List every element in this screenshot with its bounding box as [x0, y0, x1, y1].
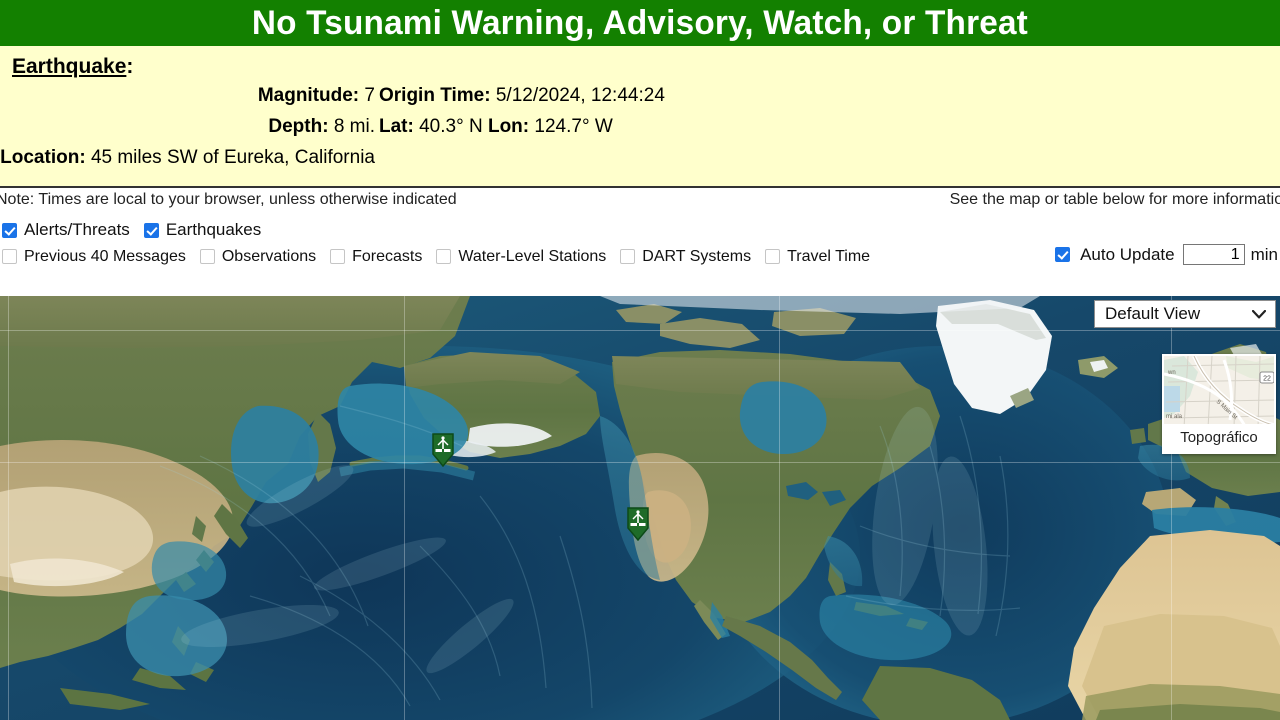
checkbox-previous-40-messages-label: Previous 40 Messages: [24, 247, 186, 265]
checkbox-travel-time[interactable]: Travel Time: [765, 248, 870, 266]
checkbox-observations[interactable]: Observations: [199, 247, 317, 266]
checkbox-earthquakes-box[interactable]: [143, 222, 159, 238]
checkbox-water-level-stations[interactable]: Water-Level Stations: [436, 248, 606, 266]
thumb-label-wn: wn: [1167, 370, 1176, 376]
checkbox-travel-time-label: Travel Time: [787, 247, 871, 265]
origin-time-value: 5/12/2024, 12:44:24: [495, 85, 665, 106]
svg-text:22: 22: [1263, 376, 1271, 383]
earthquake-marker-aleutian[interactable]: [430, 433, 456, 468]
checkbox-observations-label: Observations: [221, 247, 317, 265]
lon-label: Lon:: [487, 116, 530, 137]
earthquake-marker-california[interactable]: [625, 507, 651, 542]
location-label: Location:: [0, 147, 86, 168]
map-view-selector[interactable]: Default View: [1094, 300, 1276, 328]
banner-title: No Tsunami Warning, Advisory, Watch, or …: [251, 3, 1029, 42]
lat-value: 40.3° N: [419, 116, 483, 137]
depth-label: Depth:: [268, 116, 329, 137]
layer-controls-row-1: Alerts/Threats Earthquakes: [0, 217, 1280, 243]
magnitude-cell: Magnitude: 7: [0, 85, 375, 107]
checkbox-dart-systems[interactable]: DART Systems: [620, 248, 751, 266]
checkbox-auto-update-box[interactable]: [1055, 247, 1071, 262]
checkbox-dart-systems-box[interactable]: [620, 249, 636, 264]
checkbox-water-level-stations-box[interactable]: [436, 249, 452, 264]
checkbox-dart-systems-label: DART Systems: [642, 247, 752, 265]
earthquake-row-location: Location: 45 miles SW of Eureka, Califor…: [0, 147, 1280, 178]
lon-value: 124.7° W: [534, 116, 613, 137]
tsunami-warning-page: No Tsunami Warning, Advisory, Watch, or …: [0, 0, 1280, 720]
magnitude-value: 7: [364, 85, 375, 106]
location-cell: Location: 45 miles SW of Eureka, Califor…: [0, 147, 375, 169]
depth-value: 8 mi.: [333, 116, 375, 137]
location-value: 45 miles SW of Eureka, California: [90, 147, 375, 168]
auto-update-unit-label: min: [1250, 244, 1278, 264]
checkbox-earthquakes[interactable]: Earthquakes: [143, 220, 262, 240]
earthquake-heading: Earthquake:: [12, 55, 1280, 79]
checkbox-water-level-stations-label: Water-Level Stations: [458, 247, 607, 265]
route-shield-22: 22: [1259, 371, 1274, 384]
tsunami-status-banner: No Tsunami Warning, Advisory, Watch, or …: [0, 0, 1280, 46]
checkbox-forecasts[interactable]: Forecasts: [330, 248, 422, 266]
basemap-thumbnail: wn mi ala S Main St 22: [1164, 356, 1274, 428]
checkbox-previous-40-messages-box[interactable]: [2, 249, 17, 264]
checkbox-earthquakes-label: Earthquakes: [165, 220, 262, 239]
auto-update-control: Auto Update min: [1055, 244, 1278, 265]
basemap-switcher[interactable]: wn mi ala S Main St 22 Topográfico: [1162, 354, 1276, 454]
magnitude-label: Magnitude:: [257, 85, 360, 106]
auto-update-label: Auto Update: [1080, 244, 1175, 264]
latlon-cell: Lat: 40.3° N Lon: 124.7° W: [375, 116, 1280, 138]
earthquake-heading-colon: :: [126, 55, 134, 78]
tsunami-map[interactable]: Default View wn mi ala S Main St 22 Topo…: [0, 296, 1280, 720]
chevron-down-icon: [1251, 307, 1267, 322]
layer-controls: Alerts/Threats Earthquakes Previous 40 M…: [0, 217, 1280, 272]
origin-time-cell: Origin Time: 5/12/2024, 12:44:24: [375, 85, 1280, 107]
earthquake-row-magnitude-origin: Magnitude: 7 Origin Time: 5/12/2024, 12:…: [0, 85, 1280, 116]
basemap-caption: Topográfico: [1164, 424, 1274, 452]
earthquake-heading-text: Earthquake: [12, 55, 127, 78]
earthquake-info-panel: Earthquake: Magnitude: 7 Origin Time: 5/…: [0, 46, 1280, 188]
checkbox-travel-time-box[interactable]: [765, 249, 781, 264]
checkbox-forecasts-label: Forecasts: [352, 247, 423, 265]
note-times-local: Note: Times are local to your browser, u…: [0, 191, 457, 208]
auto-update-interval-input[interactable]: [1182, 244, 1245, 265]
earthquake-row-depth-latlon: Depth: 8 mi. Lat: 40.3° N Lon: 124.7° W: [0, 116, 1280, 147]
checkbox-forecasts-box[interactable]: [330, 249, 346, 264]
checkbox-previous-40-messages[interactable]: Previous 40 Messages: [2, 248, 186, 266]
checkbox-observations-box[interactable]: [199, 249, 215, 264]
note-see-map: See the map or table below for more info…: [949, 191, 1280, 208]
checkbox-alerts-threats[interactable]: Alerts/Threats: [2, 220, 130, 240]
depth-cell: Depth: 8 mi.: [0, 116, 375, 138]
checkbox-alerts-threats-box[interactable]: [2, 222, 17, 238]
thumb-label-mi-ala: mi ala: [1166, 414, 1183, 420]
checkbox-alerts-threats-label: Alerts/Threats: [24, 220, 130, 239]
note-strip: Note: Times are local to your browser, u…: [0, 188, 1280, 217]
lat-label: Lat:: [379, 116, 414, 137]
earthquake-fields-grid: Magnitude: 7 Origin Time: 5/12/2024, 12:…: [0, 85, 1280, 178]
map-view-selector-value: Default View: [1105, 304, 1201, 323]
origin-time-label: Origin Time:: [379, 85, 491, 106]
